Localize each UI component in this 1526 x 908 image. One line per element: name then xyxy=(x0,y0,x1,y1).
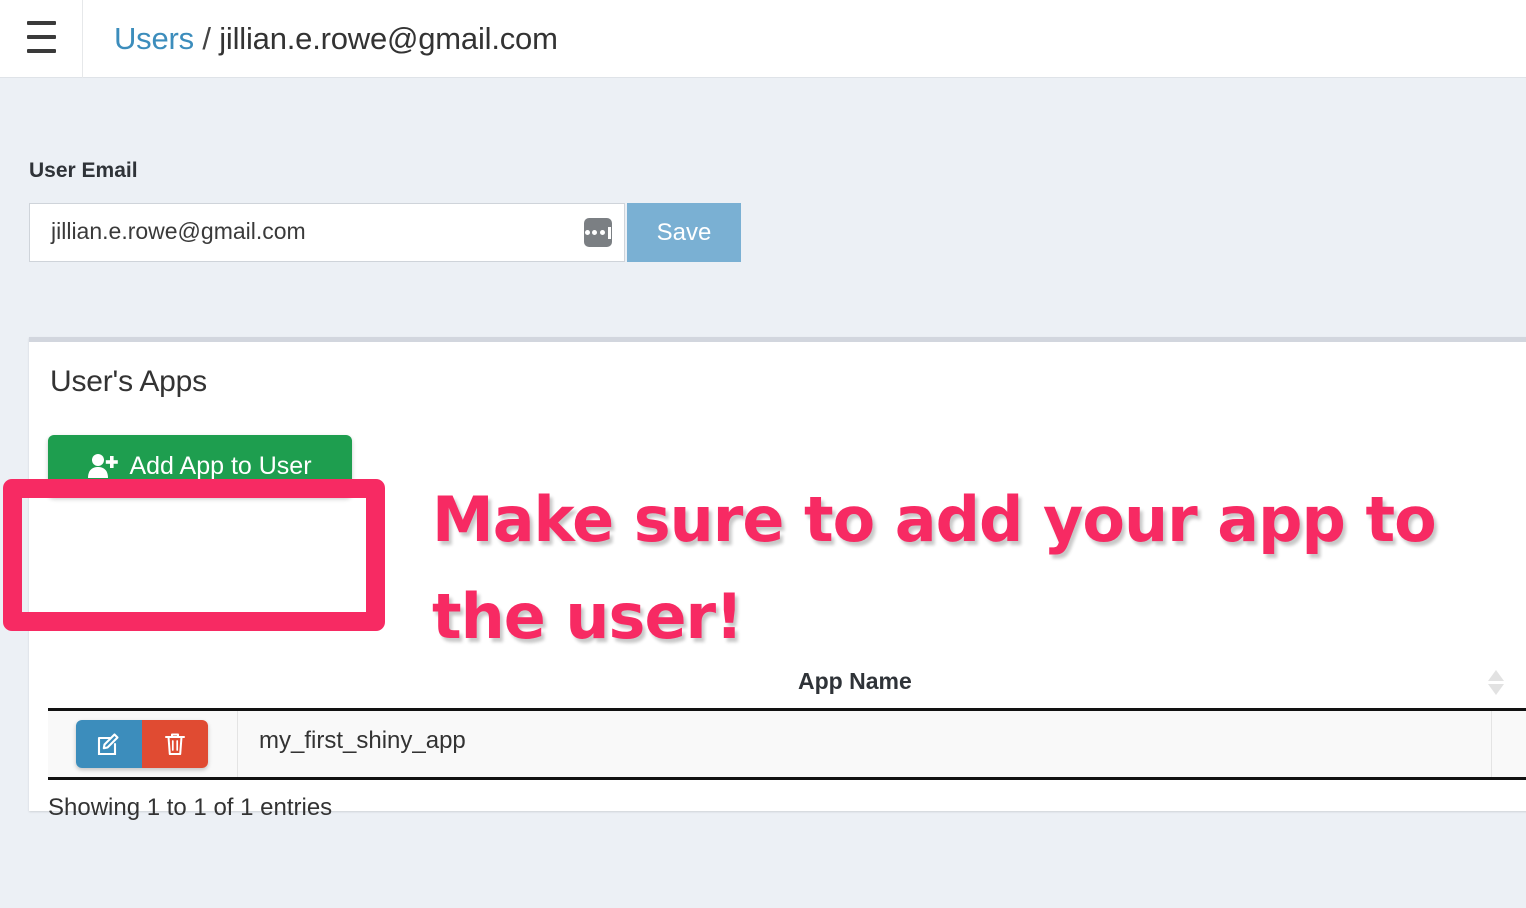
add-app-button-label: Add App to User xyxy=(129,451,312,480)
hamburger-icon[interactable] xyxy=(27,21,56,53)
header-divider xyxy=(82,0,83,78)
edit-pencil-glyph xyxy=(97,733,119,756)
user-plus-icon xyxy=(88,454,119,478)
user-email-value: jillian.e.rowe@gmail.com xyxy=(51,218,306,244)
content-area: User Email jillian.e.rowe@gmail.com Save… xyxy=(0,79,1526,908)
save-button[interactable]: Save xyxy=(627,203,741,262)
column-header-app-name[interactable]: App Name xyxy=(798,668,912,695)
breadcrumb: Users / jillian.e.rowe@gmail.com xyxy=(114,15,558,63)
table-header-row: App Name xyxy=(48,662,1526,711)
user-email-label: User Email xyxy=(29,159,138,182)
add-app-to-user-button[interactable]: Add App to User xyxy=(48,435,352,497)
app-name-value: my_first_shiny_app xyxy=(259,727,466,754)
panel-title: User's Apps xyxy=(50,365,207,398)
hamburger-bar xyxy=(27,35,56,39)
sort-both-icon[interactable] xyxy=(1488,670,1504,700)
breadcrumb-users-link[interactable]: Users xyxy=(114,21,194,56)
apps-table: App Name my_first_shiny_app xyxy=(48,662,1526,780)
trash-glyph xyxy=(165,733,185,755)
table-cell-app-name: my_first_shiny_app xyxy=(237,711,1492,777)
password-manager-icon[interactable] xyxy=(584,218,612,247)
hamburger-bar xyxy=(27,49,56,53)
trash-icon[interactable] xyxy=(142,720,208,768)
page-root: Users / jillian.e.rowe@gmail.com User Em… xyxy=(0,0,1526,908)
edit-pencil-icon[interactable] xyxy=(76,720,142,768)
table-cell-extra xyxy=(1492,711,1526,777)
table-row: my_first_shiny_app xyxy=(48,711,1526,780)
hamburger-bar xyxy=(27,21,56,25)
row-action-button-group xyxy=(76,720,208,768)
table-cell-actions xyxy=(48,711,238,777)
table-info: Showing 1 to 1 of 1 entries xyxy=(48,794,333,821)
users-apps-panel: User's Apps Add App to User App Name my_… xyxy=(29,337,1526,821)
top-navbar: Users / jillian.e.rowe@gmail.com xyxy=(0,0,1526,78)
breadcrumb-separator: / xyxy=(202,21,211,56)
user-email-field[interactable]: jillian.e.rowe@gmail.com xyxy=(29,203,625,262)
breadcrumb-current: jillian.e.rowe@gmail.com xyxy=(219,21,558,56)
